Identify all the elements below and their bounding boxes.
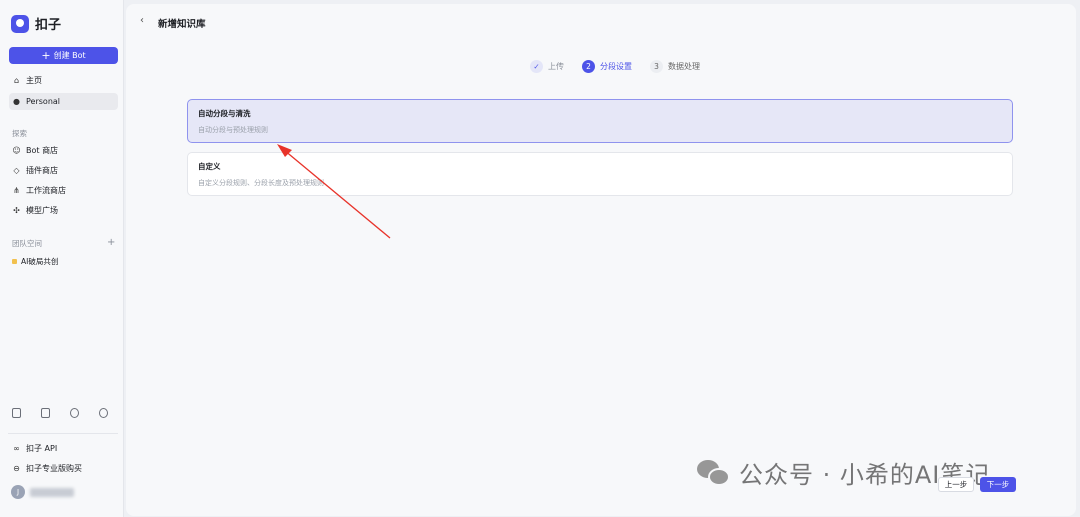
step-label: 上传: [548, 62, 564, 71]
mail-icon[interactable]: [41, 408, 50, 418]
sidebar-item-plugin-store[interactable]: ◇ 插件商店: [9, 162, 118, 179]
step-number: 3: [650, 60, 663, 73]
sidebar-item-pro-purchase[interactable]: ⊖ 扣子专业版购买: [9, 460, 118, 477]
user-profile[interactable]: J: [11, 485, 74, 499]
sidebar: 扣子 + 创建 Bot ⌂ 主页 ● Personal 探索 ☺ Bot 商店 …: [0, 0, 124, 517]
team-icon: [12, 259, 17, 264]
team-section-label: 团队空间: [12, 239, 42, 248]
brand[interactable]: 扣子: [11, 14, 61, 33]
workflow-icon: ⋔: [13, 186, 20, 195]
option-title: 自定义: [198, 162, 221, 171]
sidebar-item-label: Personal: [26, 97, 61, 106]
sidebar-item-label: Bot 商店: [26, 146, 59, 155]
step-segment-settings: 2 分段设置: [582, 60, 632, 73]
sidebar-item-workflow-store[interactable]: ⋔ 工作流商店: [9, 182, 118, 199]
sidebar-item-team[interactable]: AI破局共创: [12, 256, 58, 267]
explore-section-label: 探索: [12, 129, 27, 138]
next-step-button[interactable]: 下一步: [980, 477, 1016, 492]
main-panel: ‹ 新增知识库 ✓ 上传 2 分段设置 3 数据处理 自动分段与清洗 自动分段与…: [126, 4, 1076, 516]
step-data-processing: 3 数据处理: [650, 60, 700, 73]
cube-icon: ◇: [13, 166, 20, 175]
step-upload: ✓ 上传: [530, 60, 564, 73]
person-icon: ●: [13, 97, 20, 106]
option-auto-segment[interactable]: 自动分段与清洗 自动分段与预处理规则: [187, 99, 1013, 143]
sidebar-item-label: 模型广场: [26, 206, 58, 215]
sidebar-item-label: 主页: [26, 76, 42, 85]
home-icon: ⌂: [13, 76, 20, 85]
add-team-icon[interactable]: +: [107, 237, 115, 248]
sidebar-divider: [8, 433, 118, 434]
discord-icon[interactable]: [70, 408, 79, 418]
page-title: 新增知识库: [158, 19, 206, 30]
sidebar-item-bot-store[interactable]: ☺ Bot 商店: [9, 142, 118, 159]
coin-icon: ⊖: [13, 464, 20, 473]
back-chevron-icon[interactable]: ‹: [140, 15, 144, 26]
step-label: 数据处理: [668, 62, 700, 71]
option-desc: 自动分段与预处理规则: [198, 126, 268, 134]
plus-icon: +: [41, 49, 51, 62]
avatar: J: [11, 485, 25, 499]
model-icon: ✣: [13, 206, 20, 215]
sidebar-item-model-square[interactable]: ✣ 模型广场: [9, 202, 118, 219]
bottom-icon-bar: [12, 408, 108, 418]
create-bot-label: 创建 Bot: [53, 51, 86, 60]
option-custom[interactable]: 自定义 自定义分段规则、分段长度及预处理规则: [187, 152, 1013, 196]
wechat-icon: [697, 458, 731, 488]
username-blurred: [30, 487, 74, 497]
create-bot-button[interactable]: + 创建 Bot: [9, 47, 118, 64]
team-name: AI破局共创: [21, 257, 59, 266]
brand-name: 扣子: [35, 18, 62, 33]
option-title: 自动分段与清洗: [198, 109, 251, 118]
sidebar-item-api[interactable]: ∞ 扣子 API: [9, 440, 118, 457]
sidebar-item-personal[interactable]: ● Personal: [9, 93, 118, 110]
document-icon[interactable]: [12, 408, 21, 418]
check-icon: ✓: [530, 60, 543, 73]
step-number: 2: [582, 60, 595, 73]
sidebar-item-label: 扣子 API: [26, 444, 58, 453]
chat-icon[interactable]: [99, 408, 108, 418]
step-label: 分段设置: [600, 62, 632, 71]
link-icon: ∞: [13, 444, 20, 453]
bot-icon: ☺: [12, 146, 21, 155]
sidebar-item-label: 扣子专业版购买: [26, 464, 82, 473]
step-indicator: ✓ 上传 2 分段设置 3 数据处理: [530, 60, 700, 73]
footer-buttons: 上一步 下一步: [938, 477, 1016, 492]
sidebar-item-home[interactable]: ⌂ 主页: [9, 72, 118, 89]
prev-step-button[interactable]: 上一步: [938, 477, 974, 492]
option-desc: 自定义分段规则、分段长度及预处理规则: [198, 179, 324, 187]
coze-logo-icon: [11, 14, 29, 33]
sidebar-item-label: 插件商店: [26, 166, 58, 175]
sidebar-item-label: 工作流商店: [26, 186, 66, 195]
